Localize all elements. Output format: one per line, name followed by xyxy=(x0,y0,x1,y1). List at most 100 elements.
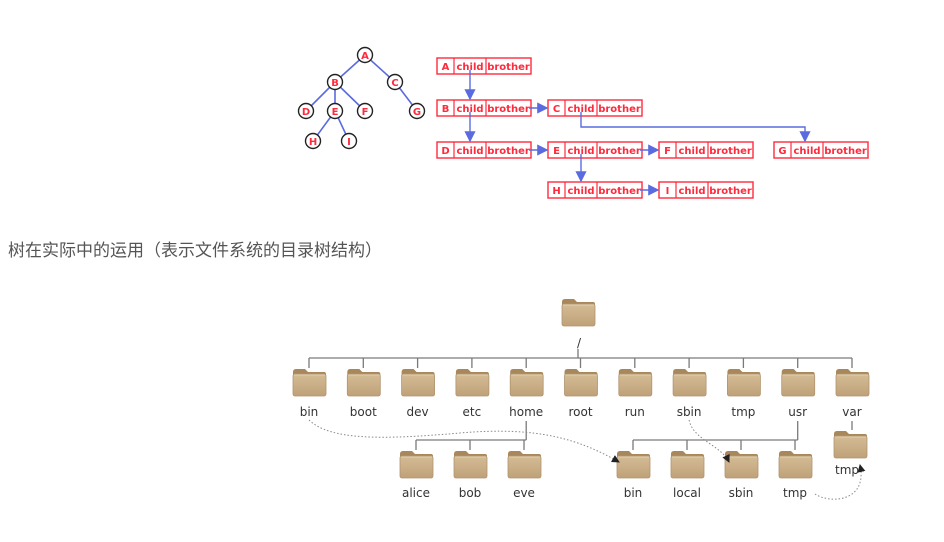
cb-node-id: E xyxy=(553,146,560,157)
figure-canvas: AB CD E F GH I Achild brotherB child brother Cchi… xyxy=(292,46,870,500)
folder-label: sbin xyxy=(729,486,754,500)
folder-icon xyxy=(727,369,761,397)
folder-body xyxy=(833,435,868,459)
cb-child-field: child xyxy=(678,186,705,197)
folder-label: sbin xyxy=(677,405,702,419)
folder-icon xyxy=(292,369,327,397)
folder-icon xyxy=(509,369,544,397)
folder-body xyxy=(292,373,327,397)
folder-icon xyxy=(453,451,488,479)
tree-node-label: B xyxy=(331,78,339,89)
folder-icon xyxy=(778,451,813,479)
cb-child-field: child xyxy=(456,146,483,157)
caption-text: 树在实际中的运用（表示文件系统的目录树结构） xyxy=(8,241,382,261)
tree-node-label: H xyxy=(309,137,317,148)
folder-label: run xyxy=(625,405,645,419)
tree-node-label: C xyxy=(391,78,398,89)
folder-body xyxy=(401,373,436,397)
folder-body xyxy=(670,455,705,479)
folder-body xyxy=(618,373,653,397)
tree-node-label: F xyxy=(362,107,369,118)
folder-body xyxy=(399,455,434,479)
folder-icon xyxy=(346,369,381,397)
cb-brother-field: brother xyxy=(598,186,641,197)
folder-body xyxy=(453,455,488,479)
binary-tree: A B C D E F G H I xyxy=(297,46,426,150)
cb-brother-field: brother xyxy=(487,104,530,115)
folder-label: tmp xyxy=(835,463,859,477)
cb-node-B: Bchild brother xyxy=(436,99,532,117)
folder-icon xyxy=(670,451,705,479)
folder-label: bin xyxy=(300,405,319,419)
cb-node-id: A xyxy=(442,62,450,73)
folder-label: usr xyxy=(788,405,807,419)
folder-label: boot xyxy=(350,405,377,419)
cb-node-F: Fchild brother xyxy=(658,141,754,159)
tree-node-label: A xyxy=(361,51,369,62)
folder-label: bin xyxy=(624,486,643,500)
folder-icon xyxy=(616,451,651,479)
cb-node-E: Echild brother xyxy=(547,141,643,159)
folder-icon xyxy=(833,431,868,459)
folder-label: alice xyxy=(402,486,430,500)
folder-icon xyxy=(672,369,707,397)
folder-body xyxy=(346,373,381,397)
cb-node-I: Ichild brother xyxy=(658,181,754,199)
cb-node-id: I xyxy=(666,186,670,197)
folder-body xyxy=(564,373,598,397)
folder-icon xyxy=(399,451,434,479)
folder-body xyxy=(781,373,816,397)
cb-brother-field: brother xyxy=(487,146,530,157)
folder-icon xyxy=(835,369,870,397)
folder-body xyxy=(509,373,544,397)
cb-node-C: Cchild brother xyxy=(547,99,643,117)
folder-body xyxy=(672,373,707,397)
folder-label: etc xyxy=(463,405,482,419)
folder-label: local xyxy=(673,486,701,500)
directory-tree: / bin boot dev etc home root run sbin tmp usr var al… xyxy=(292,299,870,500)
cb-node-G: Gchild brother xyxy=(773,141,869,159)
cb-brother-field: brother xyxy=(709,186,752,197)
folder-label: var xyxy=(842,405,861,419)
folder-body xyxy=(724,455,759,479)
child-brother-representation: Achild brotherB child brother Cchild brotherD… xyxy=(436,57,869,199)
folder-label: eve xyxy=(513,486,535,500)
folder-icon xyxy=(455,369,490,397)
folder-body xyxy=(455,373,490,397)
cb-brother-field: brother xyxy=(709,146,752,157)
cb-node-id: D xyxy=(441,146,449,157)
tree-node-label: G xyxy=(413,107,421,118)
tree-node-label: E xyxy=(332,107,339,118)
cb-child-field: child xyxy=(793,146,820,157)
folder-root-label: / xyxy=(577,336,582,350)
cb-brother-field: brother xyxy=(487,62,530,73)
folder-icon xyxy=(781,369,816,397)
folder-icon xyxy=(564,369,598,397)
cb-node-H: Hchild brother xyxy=(547,181,643,199)
folder-icon xyxy=(724,451,759,479)
cb-child-field: child xyxy=(567,186,594,197)
folder-label: tmp xyxy=(783,486,807,500)
cb-node-id: B xyxy=(442,104,450,115)
folder-body xyxy=(727,373,761,397)
cb-node-id: G xyxy=(778,146,786,157)
tree-node-label: I xyxy=(347,137,351,148)
cb-node-A: Achild brother xyxy=(436,57,532,75)
cb-child-field: child xyxy=(678,146,705,157)
folder-icon xyxy=(507,451,542,479)
cb-node-id: F xyxy=(664,146,671,157)
folder-icon xyxy=(401,369,436,397)
folder-label: home xyxy=(509,405,543,419)
folder-label: root xyxy=(568,405,592,419)
folder-label: bob xyxy=(459,486,482,500)
folder-label: dev xyxy=(407,405,429,419)
tree-node-label: D xyxy=(302,107,310,118)
folder-body xyxy=(835,373,870,397)
cb-node-D: Dchild brother xyxy=(436,141,532,159)
folder-body xyxy=(507,455,542,479)
cb-brother-field: brother xyxy=(598,104,641,115)
folder-body xyxy=(616,455,651,479)
cb-node-id: C xyxy=(553,104,560,115)
folder-icon xyxy=(618,369,653,397)
cb-brother-field: brother xyxy=(824,146,867,157)
